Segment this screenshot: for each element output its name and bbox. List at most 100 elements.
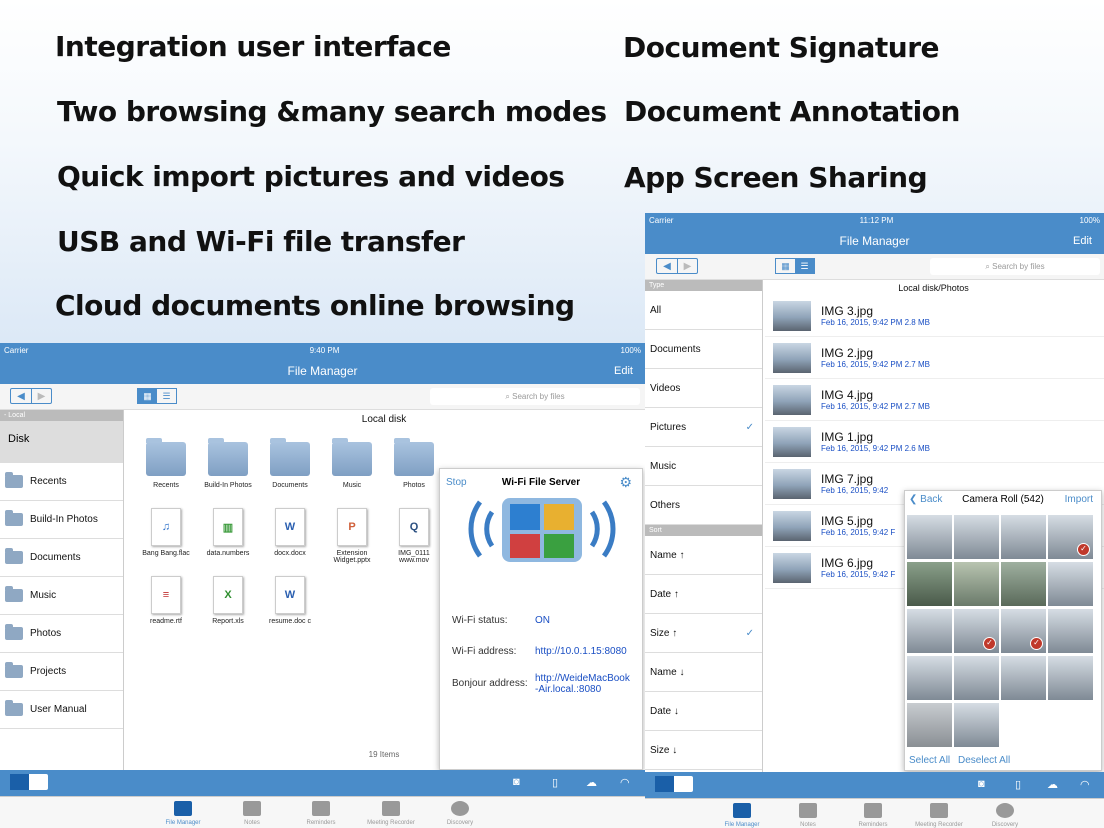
storage-toggle[interactable]: [655, 776, 693, 792]
photo-cell[interactable]: [1048, 609, 1093, 653]
grid-view-icon[interactable]: ▦: [776, 259, 795, 273]
back-arrow-icon[interactable]: ◀: [11, 389, 31, 403]
tab-meeting-recorder[interactable]: Meeting Recorder: [909, 803, 969, 828]
photo-cell[interactable]: [1048, 656, 1093, 700]
photo-cell[interactable]: [1001, 515, 1046, 559]
document-icon[interactable]: [29, 774, 48, 790]
list-view-icon[interactable]: ☰: [795, 259, 814, 273]
select-all-button[interactable]: Select All: [909, 755, 950, 766]
file-item[interactable]: Wresume.doc c: [261, 576, 319, 625]
wifi-icon[interactable]: ◠: [620, 776, 630, 789]
photo-cell[interactable]: [1001, 562, 1046, 606]
type-all[interactable]: All: [645, 291, 762, 330]
disk-item[interactable]: Disk: [0, 421, 123, 463]
photo-cell[interactable]: [954, 515, 999, 559]
list-item[interactable]: IMG 4.jpg Feb 16, 2015, 9:42 PM 2.7 MB: [765, 379, 1104, 421]
deselect-all-button[interactable]: Deselect All: [958, 755, 1010, 766]
usb-icon[interactable]: ▯: [552, 776, 558, 789]
sidebar-item-projects[interactable]: Projects: [0, 653, 123, 691]
photo-cell[interactable]: [1001, 656, 1046, 700]
search-input[interactable]: ⌕ Search by files: [930, 258, 1100, 275]
sidebar-item-documents[interactable]: Documents: [0, 539, 123, 577]
tab-file-manager[interactable]: File Manager: [153, 801, 213, 826]
camera-icon[interactable]: ◙: [978, 778, 985, 790]
file-item[interactable]: P Extension Widget.pptx: [323, 508, 381, 564]
file-item[interactable]: ▥ data.numbers: [199, 508, 257, 557]
type-documents[interactable]: Documents: [645, 330, 762, 369]
photo-cell[interactable]: [954, 703, 999, 747]
search-input[interactable]: ⌕ Search by files: [430, 388, 640, 405]
tab-file-manager[interactable]: File Manager: [712, 803, 772, 828]
tab-reminders[interactable]: Reminders: [291, 801, 351, 826]
photo-cell[interactable]: ✓: [1001, 609, 1046, 653]
bonjour-address-value[interactable]: http://WeideMacBook-Air.local.:8080: [535, 673, 631, 695]
local-storage-icon[interactable]: [10, 774, 29, 790]
history-arrows[interactable]: ◀ ▶: [10, 388, 52, 404]
sidebar-item-music[interactable]: Music: [0, 577, 123, 615]
photo-cell[interactable]: [907, 515, 952, 559]
view-toggle[interactable]: ▦ ☰: [775, 258, 815, 274]
storage-toggle[interactable]: [10, 774, 48, 790]
file-item[interactable]: X Report.xls: [199, 576, 257, 625]
grid-view-icon[interactable]: ▦: [138, 389, 157, 403]
photo-cell[interactable]: [1048, 562, 1093, 606]
photo-cell[interactable]: [907, 656, 952, 700]
sort-name-asc[interactable]: Name ↑: [645, 536, 762, 575]
usb-icon[interactable]: ▯: [1015, 778, 1021, 791]
type-videos[interactable]: Videos: [645, 369, 762, 408]
list-view-icon[interactable]: ☰: [157, 389, 176, 403]
file-item[interactable]: Q IMG_0111 www.mov: [385, 508, 443, 564]
tab-discovery[interactable]: Discovery: [975, 803, 1035, 828]
history-arrows[interactable]: ◀ ▶: [656, 258, 698, 274]
type-pictures[interactable]: Pictures ✓: [645, 408, 762, 447]
sort-size-asc[interactable]: Size ↑ ✓: [645, 614, 762, 653]
folder-build-in-photos[interactable]: Build-In Photos: [199, 438, 257, 489]
view-toggle[interactable]: ▦ ☰: [137, 388, 177, 404]
tab-meeting-recorder[interactable]: Meeting Recorder: [361, 801, 421, 826]
sort-name-desc[interactable]: Name ↓: [645, 653, 762, 692]
type-others[interactable]: Others: [645, 486, 762, 525]
photo-cell[interactable]: [954, 562, 999, 606]
file-item[interactable]: ≡ readme.rtf: [137, 576, 195, 625]
list-item[interactable]: IMG 3.jpg Feb 16, 2015, 9:42 PM 2.8 MB: [765, 295, 1104, 337]
sidebar-item-photos[interactable]: Photos: [0, 615, 123, 653]
camera-icon[interactable]: ◙: [513, 776, 520, 788]
photo-cell[interactable]: [954, 656, 999, 700]
cloud-icon[interactable]: ☁: [586, 776, 597, 789]
tab-reminders[interactable]: Reminders: [843, 803, 903, 828]
back-arrow-icon[interactable]: ◀: [657, 259, 677, 273]
list-item[interactable]: IMG 2.jpg Feb 16, 2015, 9:42 PM 2.7 MB: [765, 337, 1104, 379]
folder-music[interactable]: Music: [323, 438, 381, 489]
file-item[interactable]: Wdocx.docx: [261, 508, 319, 557]
import-button[interactable]: Import: [1065, 494, 1093, 505]
photo-cell[interactable]: [907, 609, 952, 653]
sidebar-item-recents[interactable]: Recents: [0, 463, 123, 501]
wifi-icon[interactable]: ◠: [1080, 778, 1090, 791]
edit-button[interactable]: Edit: [1073, 235, 1092, 247]
document-icon[interactable]: [674, 776, 693, 792]
sort-date-desc[interactable]: Date ↓: [645, 692, 762, 731]
photo-cell[interactable]: [907, 703, 952, 747]
folder-photos[interactable]: Photos: [385, 438, 443, 489]
wifi-address-value[interactable]: http://10.0.1.15:8080: [535, 646, 627, 657]
photo-cell[interactable]: ✓: [954, 609, 999, 653]
gear-icon[interactable]: ⚙: [619, 474, 632, 491]
sidebar-item-photos-builtin[interactable]: Build-In Photos: [0, 501, 123, 539]
tab-notes[interactable]: Notes: [222, 801, 282, 826]
folder-recents[interactable]: Recents: [137, 438, 195, 489]
photo-cell[interactable]: ✓: [1048, 515, 1093, 559]
type-music[interactable]: Music: [645, 447, 762, 486]
forward-arrow-icon[interactable]: ▶: [31, 389, 51, 403]
cloud-icon[interactable]: ☁: [1047, 778, 1058, 791]
tab-discovery[interactable]: Discovery: [430, 801, 490, 826]
forward-arrow-icon[interactable]: ▶: [677, 259, 697, 273]
list-item[interactable]: IMG 1.jpg Feb 16, 2015, 9:42 PM 2.6 MB: [765, 421, 1104, 463]
sort-date-asc[interactable]: Date ↑: [645, 575, 762, 614]
file-item[interactable]: ♫ Bang Bang.flac: [137, 508, 195, 557]
tab-notes[interactable]: Notes: [778, 803, 838, 828]
sort-size-desc[interactable]: Size ↓: [645, 731, 762, 770]
sidebar-item-user-manual[interactable]: User Manual: [0, 691, 123, 729]
photo-cell[interactable]: [907, 562, 952, 606]
local-storage-icon[interactable]: [655, 776, 674, 792]
folder-documents[interactable]: Documents: [261, 438, 319, 489]
